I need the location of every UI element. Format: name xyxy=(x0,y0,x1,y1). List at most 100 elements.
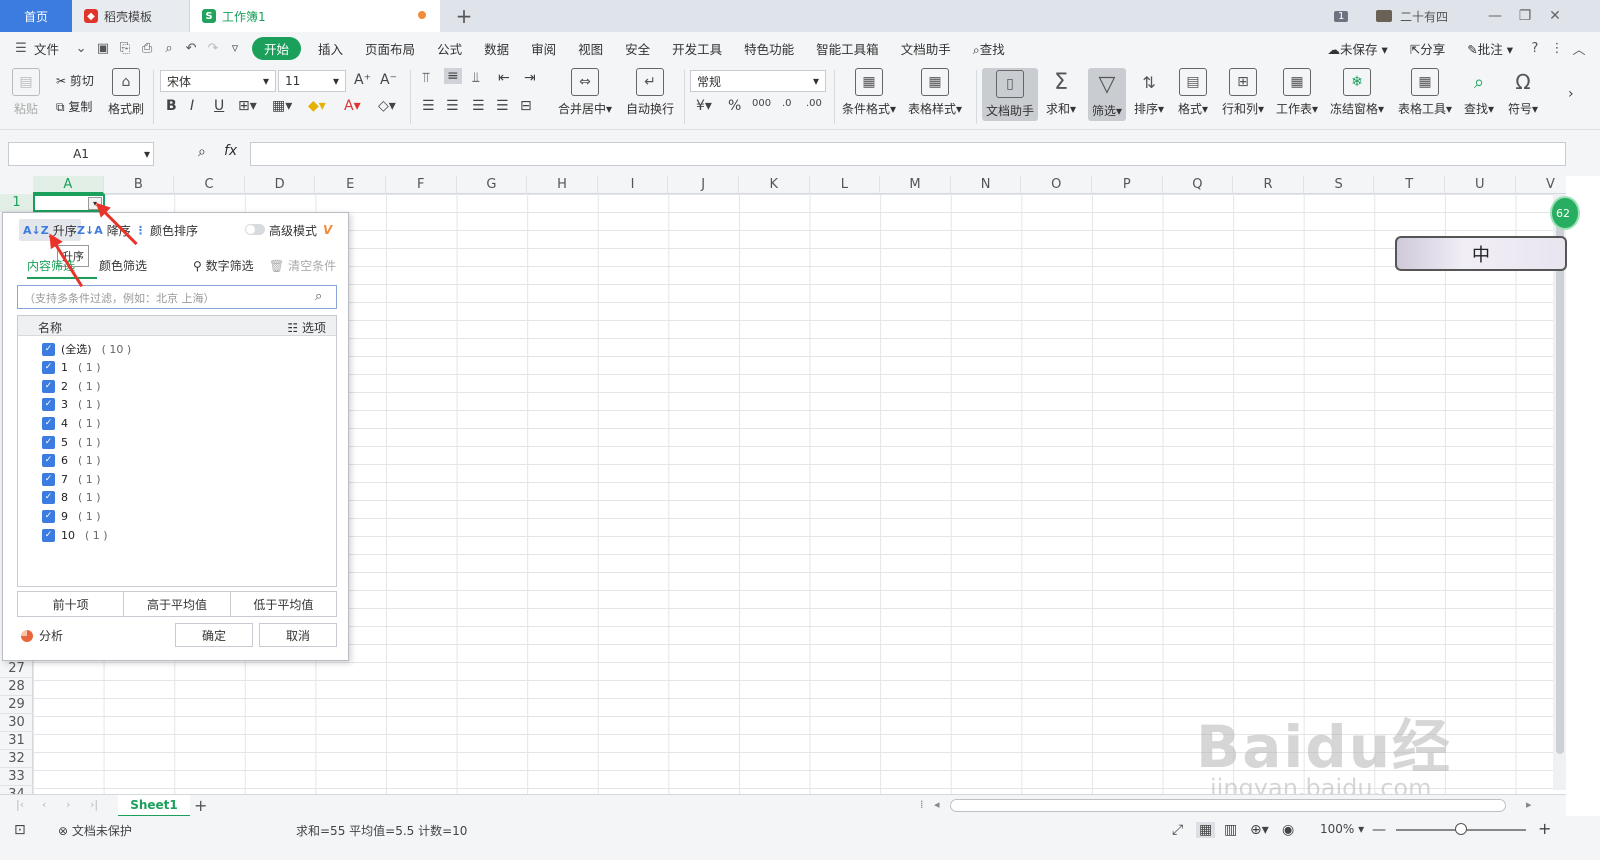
restore-icon[interactable]: ❐ xyxy=(1510,8,1540,24)
row-header-29[interactable]: 29 xyxy=(0,696,33,714)
zoom-level[interactable]: 100% ▾ xyxy=(1320,822,1364,836)
close-icon[interactable]: ✕ xyxy=(1540,8,1570,24)
column-header-a[interactable]: A xyxy=(33,176,104,194)
column-header-q[interactable]: Q xyxy=(1163,176,1234,194)
filter-list-item[interactable]: ✓ 2 ( 1 ) xyxy=(42,377,101,395)
last-sheet-icon[interactable]: ›| xyxy=(90,798,98,811)
align-right-icon[interactable]: ☰ xyxy=(472,98,485,114)
worksheet-button[interactable]: ▦ 工作表▾ xyxy=(1276,68,1318,117)
row-header-30[interactable]: 30 xyxy=(0,714,33,732)
column-header-g[interactable]: G xyxy=(457,176,528,194)
column-header-c[interactable]: C xyxy=(174,176,245,194)
distributed-icon[interactable]: ⊟ xyxy=(520,98,532,114)
eye-protect-icon[interactable]: ◉ xyxy=(1282,822,1294,838)
ribbon-scroll-right-icon[interactable]: › xyxy=(1568,86,1574,102)
doc-helper-button[interactable]: ▯ 文档助手 xyxy=(982,68,1039,121)
column-header-l[interactable]: L xyxy=(810,176,881,194)
wrap-text-button[interactable]: ↵ 自动换行 xyxy=(626,68,674,117)
collapse-ribbon-icon[interactable]: ︿ xyxy=(1568,39,1590,58)
checkbox-checked-icon[interactable]: ✓ xyxy=(42,491,55,505)
column-header-n[interactable]: N xyxy=(951,176,1022,194)
font-size-select[interactable]: 11 ▾ xyxy=(278,70,346,92)
column-header-o[interactable]: O xyxy=(1021,176,1092,194)
print-icon[interactable]: ⎙ xyxy=(136,41,158,56)
tab-home[interactable]: 首页 xyxy=(0,0,72,32)
filter-list-item[interactable]: ✓ 1 ( 1 ) xyxy=(42,359,101,377)
row-header-31[interactable]: 31 xyxy=(0,732,33,750)
protection-status[interactable]: ⊗ 文档未保护 xyxy=(58,822,132,839)
column-header-m[interactable]: M xyxy=(880,176,951,194)
filter-button[interactable]: ▽ 筛选▾ xyxy=(1088,68,1127,121)
scroll-right-icon[interactable]: ▸ xyxy=(1526,798,1532,811)
zoom-slider-knob[interactable] xyxy=(1455,823,1467,835)
column-header-v[interactable]: V xyxy=(1516,176,1566,194)
print-preview-icon[interactable]: ⌕ xyxy=(158,41,180,56)
row-header-27[interactable]: 27 xyxy=(0,660,33,678)
column-header-j[interactable]: J xyxy=(668,176,739,194)
number-format-select[interactable]: 常规 ▾ xyxy=(690,70,826,92)
conditional-format-button[interactable]: ▦ 条件格式▾ xyxy=(842,68,896,117)
decrease-font-icon[interactable]: A⁻ xyxy=(380,72,397,88)
checkbox-checked-icon[interactable]: ✓ xyxy=(42,398,55,412)
column-header-h[interactable]: H xyxy=(527,176,598,194)
checkbox-checked-icon[interactable]: ✓ xyxy=(42,472,55,486)
number-filter-button[interactable]: ⚲ 数字筛选 xyxy=(193,257,254,274)
filter-list-item[interactable]: ✓ 6 ( 1 ) xyxy=(42,452,101,470)
currency-icon[interactable]: ¥▾ xyxy=(696,98,712,114)
row-header-33[interactable]: 33 xyxy=(0,768,33,786)
decrease-decimal-icon[interactable]: .00 xyxy=(806,98,822,109)
menu-developer[interactable]: 开发工具 xyxy=(661,39,733,58)
search-icon[interactable]: ⌕ xyxy=(315,289,322,304)
justify-icon[interactable]: ☰ xyxy=(496,98,509,114)
undo-icon[interactable]: ↶ xyxy=(180,41,202,56)
column-header-f[interactable]: F xyxy=(386,176,457,194)
freeze-panes-button[interactable]: ❄ 冻结窗格▾ xyxy=(1330,68,1384,117)
sheet-tab-sheet1[interactable]: Sheet1 xyxy=(118,795,190,817)
column-header-u[interactable]: U xyxy=(1445,176,1516,194)
options-button[interactable]: ☷ 选项 xyxy=(287,319,326,336)
zoom-in-icon[interactable]: + xyxy=(1538,819,1551,838)
filter-list-item[interactable]: ✓ 3 ( 1 ) xyxy=(42,396,101,414)
first-sheet-icon[interactable]: |‹ xyxy=(16,798,24,811)
fullscreen-icon[interactable]: ⤢ xyxy=(1172,822,1183,838)
chevron-down-icon[interactable]: ⌄ xyxy=(70,41,92,56)
table-tools-button[interactable]: ▦ 表格工具▾ xyxy=(1398,68,1452,117)
help-icon[interactable]: ? xyxy=(1524,41,1546,56)
page-setup-icon[interactable]: ⊡ xyxy=(14,822,26,838)
find-button[interactable]: ⌕ 查找▾ xyxy=(1464,68,1494,117)
clear-icon[interactable]: ◇▾ xyxy=(378,98,396,114)
redo-icon[interactable]: ↷ xyxy=(202,41,224,56)
font-color-icon[interactable]: A▾ xyxy=(344,98,361,114)
horizontal-scrollbar[interactable] xyxy=(950,799,1506,812)
filter-list-item[interactable]: ✓ 10 ( 1 ) xyxy=(42,526,108,544)
ime-widget[interactable]: 中 xyxy=(1395,236,1567,271)
filter-search-input[interactable]: （支持多条件过滤，例如：北京 上海） xyxy=(17,285,337,309)
checkbox-checked-icon[interactable]: ✓ xyxy=(42,528,55,542)
column-header-t[interactable]: T xyxy=(1374,176,1445,194)
checkbox-checked-icon[interactable]: ✓ xyxy=(42,509,55,523)
column-header-r[interactable]: R xyxy=(1233,176,1304,194)
checkbox-checked-icon[interactable]: ✓ xyxy=(42,342,55,356)
paste-button[interactable]: ▤ 粘贴 xyxy=(12,68,40,117)
filter-list-item[interactable]: ✓ (全选) ( 10 ) xyxy=(42,340,131,358)
name-box[interactable]: A1 ▾ xyxy=(8,142,154,166)
prev-sheet-icon[interactable]: ‹ xyxy=(42,798,46,811)
border-icon[interactable]: ⊞▾ xyxy=(238,98,257,114)
column-header-d[interactable]: D xyxy=(245,176,316,194)
menu-review[interactable]: 审阅 xyxy=(520,39,567,58)
filter-list-item[interactable]: ✓ 4 ( 1 ) xyxy=(42,414,101,432)
advanced-mode-toggle[interactable] xyxy=(245,224,265,235)
vertical-scroll-thumb[interactable] xyxy=(1556,214,1564,754)
column-header-i[interactable]: I xyxy=(598,176,669,194)
next-sheet-icon[interactable]: › xyxy=(66,798,70,811)
export-icon[interactable]: ⎘ xyxy=(114,41,136,56)
filter-list-item[interactable]: ✓ 8 ( 1 ) xyxy=(42,489,101,507)
checkbox-checked-icon[interactable]: ✓ xyxy=(42,435,55,449)
zoom-out-icon[interactable]: — xyxy=(1372,822,1386,838)
more-icon[interactable]: ⋮ xyxy=(1546,41,1568,56)
align-center-icon[interactable]: ☰ xyxy=(446,98,459,114)
fill-color-icon[interactable]: ◆▾ xyxy=(308,98,326,114)
above-average-button[interactable]: 高于平均值 xyxy=(124,592,231,616)
sum-button[interactable]: Σ 求和▾ xyxy=(1046,68,1076,117)
floating-badge[interactable]: 62 xyxy=(1550,196,1580,230)
